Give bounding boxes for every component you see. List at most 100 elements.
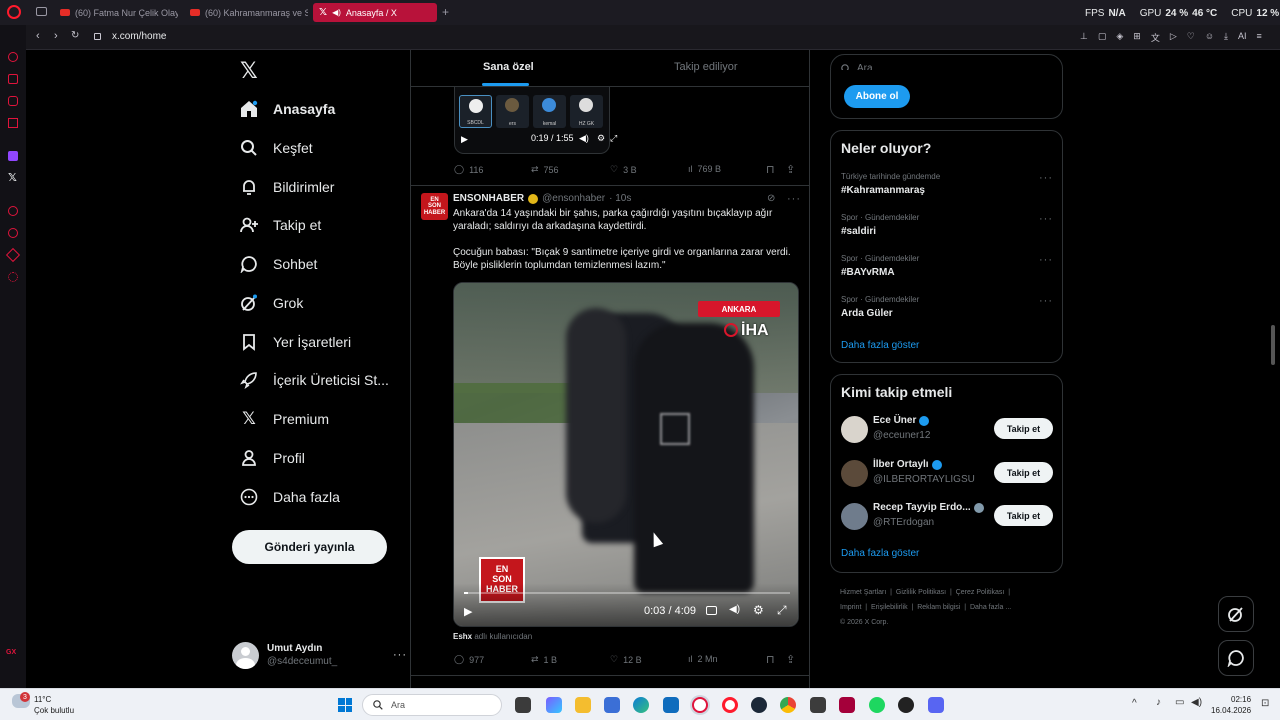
tab-for-you[interactable]: Sana özel xyxy=(483,61,534,73)
instagram-icon[interactable] xyxy=(8,118,18,128)
extensions-icon[interactable] xyxy=(5,247,21,263)
vpn-icon[interactable]: ⊞ xyxy=(1133,31,1141,44)
nav-profile[interactable]: Profil xyxy=(239,443,305,473)
views-action[interactable]: ıl 2 Mn xyxy=(688,654,718,664)
footer-link[interactable]: Daha fazla ... xyxy=(970,604,1011,611)
app-icon[interactable] xyxy=(898,697,914,713)
like-action[interactable]: ♡ 12 B xyxy=(610,654,642,665)
messenger-icon[interactable] xyxy=(8,96,18,106)
settings-icon[interactable]: ⚙ xyxy=(597,133,605,144)
trend-item[interactable]: Spor · Gündemdekiler #saldiri ··· xyxy=(841,213,1053,237)
taskbar-search[interactable]: Ara xyxy=(362,694,502,716)
crypto-wallet-icon[interactable] xyxy=(8,74,18,84)
nav-bookmarks[interactable]: Yer İşaretleri xyxy=(239,327,351,357)
new-tab-button[interactable]: + xyxy=(442,5,449,19)
settings-icon[interactable]: ⚙ xyxy=(753,603,764,617)
account-more-icon[interactable]: ··· xyxy=(393,649,407,661)
player-icon[interactable]: ▷ xyxy=(1170,31,1177,44)
file-explorer-icon[interactable] xyxy=(575,697,591,713)
snapshot-icon[interactable]: ▢ xyxy=(1098,31,1107,44)
workspaces-icon[interactable] xyxy=(36,7,47,16)
tweet-handle[interactable]: @ensonhaber xyxy=(542,193,605,204)
tweet-more-icon[interactable]: ··· xyxy=(787,193,801,205)
task-view-icon[interactable] xyxy=(515,697,531,713)
download-icon[interactable]: ⤓ xyxy=(1224,31,1228,44)
adobe-icon[interactable] xyxy=(839,697,855,713)
player-sidebar-icon[interactable] xyxy=(8,206,18,216)
follow-button[interactable]: Takip et xyxy=(994,418,1053,439)
outlook-icon[interactable] xyxy=(663,697,679,713)
captions-icon[interactable] xyxy=(706,606,717,615)
trend-more-icon[interactable]: ··· xyxy=(1039,295,1053,307)
footer-link[interactable]: Imprint xyxy=(840,604,861,611)
aria-sidebar-icon[interactable] xyxy=(8,52,18,62)
notification-icon[interactable]: ⊡ xyxy=(1261,698,1269,709)
edge-icon[interactable] xyxy=(633,697,649,713)
copilot-icon[interactable] xyxy=(546,697,562,713)
views-action[interactable]: ıl 769 B xyxy=(688,164,721,174)
aria-icon[interactable]: AI xyxy=(1238,31,1247,44)
trend-item[interactable]: Spor · Gündemdekiler Arda Güler ··· xyxy=(841,295,1053,319)
chrome-icon[interactable] xyxy=(780,697,796,713)
tweet-time[interactable]: · 10s xyxy=(609,193,631,204)
minecraft-icon[interactable] xyxy=(810,697,826,713)
fullscreen-icon[interactable]: ⤢ xyxy=(777,603,787,618)
nav-premium[interactable]: 𝕏 Premium xyxy=(239,404,329,434)
follow-button[interactable]: Takip et xyxy=(994,505,1053,526)
share-action[interactable]: ⇪ xyxy=(786,163,795,176)
fullscreen-icon[interactable]: ⤢ xyxy=(610,133,617,144)
gx-icon[interactable]: GX xyxy=(6,649,16,656)
footer-link[interactable]: Reklam bilgisi xyxy=(917,604,960,611)
x-logo-icon[interactable]: 𝕏 xyxy=(240,58,258,84)
chat-float-button[interactable] xyxy=(1218,640,1254,676)
caption-user[interactable]: Eshx xyxy=(453,632,472,641)
volume-icon[interactable]: ◀) xyxy=(579,133,589,144)
repost-action[interactable]: ⇄ 756 xyxy=(531,164,559,175)
share-action[interactable]: ⇪ xyxy=(786,653,795,666)
play-icon[interactable]: ▶ xyxy=(461,134,468,145)
subscribe-button[interactable]: Abone ol xyxy=(844,85,910,108)
volume-icon[interactable]: ◀) xyxy=(729,604,740,615)
tweet-author[interactable]: ENSONHABER xyxy=(453,193,524,204)
shield-icon[interactable]: ◈ xyxy=(1116,31,1123,44)
account-icon[interactable]: ☺ xyxy=(1205,31,1214,44)
reply-action[interactable]: ◯ 116 xyxy=(454,164,483,175)
footer-link[interactable]: Gizlilik Politikası xyxy=(896,589,946,596)
bookmark-action[interactable]: ⊓ xyxy=(766,163,775,176)
spotify-icon[interactable] xyxy=(869,697,885,713)
account-switcher[interactable]: Umut Aydın @s4deceumut_ ··· xyxy=(232,635,407,675)
nav-grok[interactable]: Grok xyxy=(239,288,303,318)
history-icon[interactable] xyxy=(8,228,18,238)
nav-follow[interactable]: Takip et xyxy=(239,210,321,240)
who-show-more[interactable]: Daha fazla göster xyxy=(841,548,919,559)
back-icon[interactable]: ‹ xyxy=(36,30,40,42)
heart-icon[interactable]: ♡ xyxy=(1187,31,1195,44)
twitch-icon[interactable] xyxy=(8,151,18,161)
volume-icon[interactable]: ◀) xyxy=(1191,697,1202,708)
weather-widget[interactable]: 11°C Çok bulutlu xyxy=(34,694,74,716)
trend-item[interactable]: Spor · Gündemdekiler #BAYvRMA ··· xyxy=(841,254,1053,278)
scrollbar-thumb[interactable] xyxy=(1271,325,1275,365)
tray-chevron-icon[interactable]: ^ xyxy=(1132,698,1137,709)
bookmark-action[interactable]: ⊓ xyxy=(766,653,775,666)
who-item[interactable]: Ece Üner @eceuner12 Takip et xyxy=(841,415,1053,445)
like-action[interactable]: ♡ 3 B xyxy=(610,164,637,175)
avatar[interactable]: EN SON HABER xyxy=(421,193,448,220)
trend-more-icon[interactable]: ··· xyxy=(1039,254,1053,266)
nav-chat[interactable]: Sohbet xyxy=(239,249,317,279)
trends-show-more[interactable]: Daha fazla göster xyxy=(841,340,919,351)
trend-item[interactable]: Türkiye tarihinde gündemde #Kahramanmara… xyxy=(841,172,1053,196)
space-video-preview[interactable]: SBCDL ers kemal HZ GK ▶ 0:19 / 1:55 ◀) ⚙… xyxy=(454,87,617,154)
tab-following[interactable]: Takip ediliyor xyxy=(674,61,738,73)
url-field[interactable]: x.com/home xyxy=(112,31,166,42)
nav-notifications[interactable]: Bildirimler xyxy=(239,172,334,202)
opera-logo-icon[interactable] xyxy=(7,5,21,19)
translate-icon[interactable]: 文 xyxy=(1151,31,1160,44)
nav-more[interactable]: Daha fazla xyxy=(239,482,340,512)
reply-action[interactable]: ◯ 977 xyxy=(454,654,484,665)
trend-more-icon[interactable]: ··· xyxy=(1039,172,1053,184)
network-icon[interactable]: ▭ xyxy=(1175,697,1184,708)
follow-button[interactable]: Takip et xyxy=(994,462,1053,483)
clock[interactable]: 02:16 16.04.2026 xyxy=(1211,694,1251,716)
opera-gx-taskbar-icon[interactable] xyxy=(692,697,708,713)
